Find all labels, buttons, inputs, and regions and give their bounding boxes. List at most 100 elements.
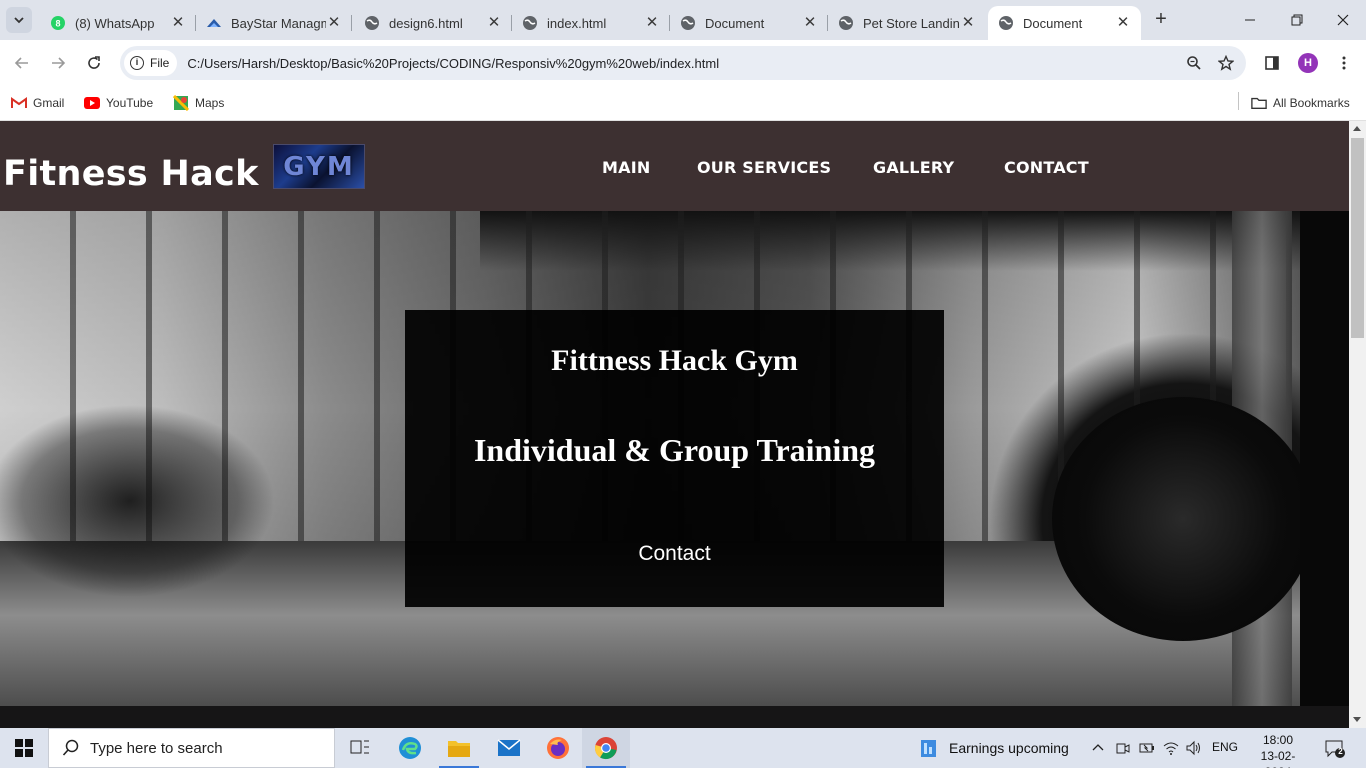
address-bar[interactable]: i File C:/Users/Harsh/Desktop/Basic%20Pr… [120, 46, 1246, 80]
reload-button[interactable] [82, 51, 106, 75]
globe-icon [680, 15, 696, 31]
hero-card: Fittness Hack Gym Individual & Group Tra… [405, 310, 944, 607]
taskbar-file-explorer[interactable] [435, 728, 483, 768]
hero-bg-edge [1300, 211, 1349, 706]
task-view-icon [350, 740, 369, 754]
site-info-chip[interactable]: i File [124, 50, 178, 76]
volume-icon[interactable] [1186, 740, 1202, 756]
tab-search-button[interactable] [6, 7, 32, 33]
close-tab-icon[interactable]: ✕ [960, 15, 976, 31]
bookmarks-bar: Gmail YouTube Maps All Bookmarks [0, 86, 1366, 121]
page-viewport: Fitness Hack GYM MAIN OUR SERVICES GALLE… [0, 121, 1349, 728]
arrow-right-icon [52, 57, 66, 69]
info-icon: i [130, 56, 144, 70]
globe-icon [364, 15, 380, 31]
avatar: H [1298, 53, 1318, 73]
taskbar-mail[interactable] [485, 728, 533, 768]
hero-bg-machines [0, 361, 390, 641]
search-icon [62, 739, 79, 756]
back-button[interactable] [10, 51, 34, 75]
url-text[interactable]: C:/Users/Harsh/Desktop/Basic%20Projects/… [187, 56, 1182, 71]
taskbar-clock[interactable]: 18:00 13-02-2024 [1250, 732, 1306, 768]
taskbar-search[interactable]: Type here to search [48, 728, 335, 768]
notifications-button[interactable]: 2 [1324, 738, 1346, 760]
folder-icon [448, 741, 470, 757]
taskbar-chrome[interactable] [582, 728, 630, 768]
side-panel-button[interactable] [1260, 51, 1284, 75]
close-tab-icon[interactable]: ✕ [1115, 15, 1131, 31]
start-button[interactable] [0, 728, 48, 768]
site-brand[interactable]: Fitness Hack [3, 154, 259, 194]
tab-baystar[interactable]: BayStar Managm ✕ [196, 6, 352, 40]
page-scrollbar[interactable] [1349, 121, 1366, 728]
profile-button[interactable]: H [1296, 51, 1320, 75]
zoom-icon[interactable] [1182, 51, 1206, 75]
minimize-button[interactable] [1238, 8, 1262, 32]
nav-gallery[interactable]: GALLERY [873, 158, 954, 177]
reload-icon [88, 56, 100, 69]
tab-title: (8) WhatsApp [75, 15, 155, 31]
windows-taskbar: Type here to search Earnings upcoming EN… [0, 728, 1366, 768]
contact-button[interactable]: Contact [405, 542, 944, 566]
nav-our-services[interactable]: OUR SERVICES [697, 158, 831, 177]
notification-count: 2 [1338, 747, 1343, 756]
close-tab-icon[interactable]: ✕ [802, 15, 818, 31]
forward-button[interactable] [46, 51, 70, 75]
tab-title: design6.html [389, 15, 463, 31]
next-section [0, 706, 1349, 728]
tab-document-active[interactable]: Document ✕ [988, 6, 1141, 40]
wifi-icon[interactable] [1163, 740, 1179, 756]
menu-button[interactable] [1332, 51, 1356, 75]
bookmark-star-icon[interactable] [1214, 51, 1238, 75]
maps-icon [173, 95, 189, 111]
bookmark-youtube[interactable]: YouTube [84, 93, 153, 113]
profile-initial: H [1304, 57, 1312, 69]
scroll-down-arrow[interactable] [1353, 717, 1361, 722]
nav-contact[interactable]: CONTACT [1004, 158, 1089, 177]
hero-subtitle: Individual & Group Training [473, 432, 876, 468]
folder-icon [1251, 95, 1267, 111]
close-tab-icon[interactable]: ✕ [326, 15, 342, 31]
close-tab-icon[interactable]: ✕ [170, 15, 186, 31]
tab-design6[interactable]: design6.html ✕ [354, 6, 512, 40]
all-bookmarks-button[interactable]: All Bookmarks [1251, 93, 1350, 113]
tab-whatsapp[interactable]: 8 (8) WhatsApp ✕ [40, 6, 196, 40]
tab-title: BayStar Managm [231, 15, 326, 31]
close-tab-icon[interactable]: ✕ [486, 15, 502, 31]
battery-icon[interactable] [1139, 740, 1155, 756]
youtube-icon [84, 95, 100, 111]
scroll-thumb[interactable] [1351, 138, 1364, 338]
bookmark-maps[interactable]: Maps [173, 93, 224, 113]
baystar-icon [206, 15, 222, 31]
weather-widget-icon[interactable] [918, 736, 940, 760]
nav-main[interactable]: MAIN [602, 158, 650, 177]
restore-icon [1291, 14, 1303, 26]
meet-now-icon[interactable] [1115, 740, 1131, 756]
chevron-up-icon[interactable] [1090, 740, 1106, 756]
bookmark-label: Maps [195, 96, 225, 110]
language-indicator[interactable]: ENG [1212, 740, 1238, 754]
tab-document[interactable]: Document ✕ [670, 6, 828, 40]
taskbar-firefox[interactable] [534, 728, 582, 768]
bookmark-divider [1238, 92, 1239, 110]
arrow-left-icon [14, 57, 28, 69]
more-vertical-icon [1342, 56, 1346, 70]
chevron-down-icon [14, 17, 24, 24]
tab-pet-store[interactable]: Pet Store Landin ✕ [828, 6, 986, 40]
bookmark-gmail[interactable]: Gmail [11, 93, 64, 113]
taskbar-edge[interactable] [386, 728, 434, 768]
tab-title: Document [1023, 15, 1083, 31]
bookmark-label: Gmail [33, 96, 65, 110]
globe-icon [998, 15, 1014, 31]
task-view-button[interactable] [336, 728, 384, 768]
restore-button[interactable] [1285, 8, 1309, 32]
weather-widget-label[interactable]: Earnings upcoming [949, 740, 1069, 756]
logo-text: GYM [283, 151, 355, 182]
close-window-button[interactable] [1331, 8, 1355, 32]
tab-title: index.html [547, 15, 607, 31]
new-tab-button[interactable]: + [1151, 9, 1171, 29]
windows-logo-icon [15, 739, 33, 757]
close-tab-icon[interactable]: ✕ [644, 15, 660, 31]
tab-index[interactable]: index.html ✕ [512, 6, 670, 40]
scroll-up-arrow[interactable] [1353, 126, 1361, 131]
